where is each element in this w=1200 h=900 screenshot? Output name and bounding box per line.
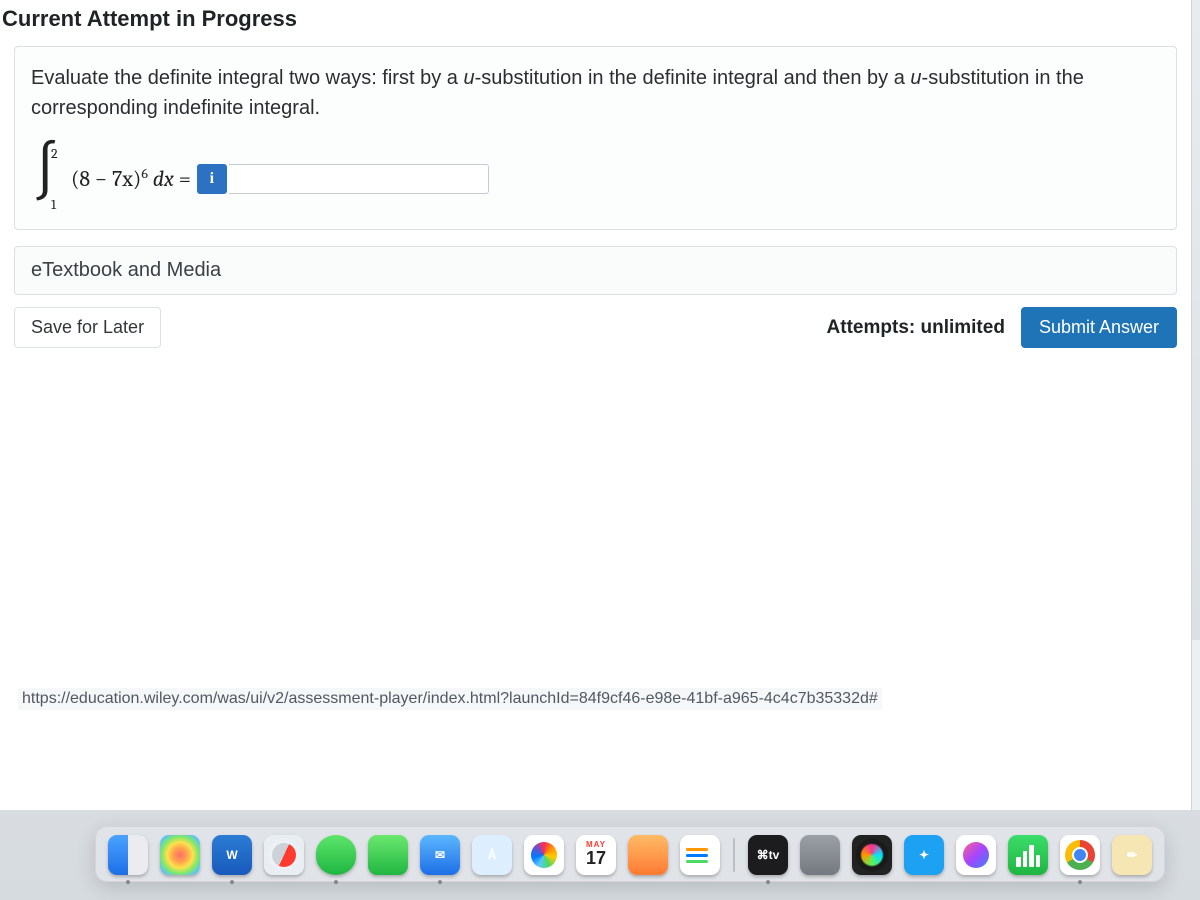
finder-icon[interactable] bbox=[106, 833, 150, 877]
prompt-text-2: -substitution in the definite integral a… bbox=[475, 67, 911, 89]
chrome-icon[interactable] bbox=[1058, 833, 1102, 877]
messenger-icon[interactable] bbox=[954, 833, 998, 877]
save-for-later-button[interactable]: Save for Later bbox=[14, 307, 161, 348]
word-icon[interactable]: W bbox=[210, 833, 254, 877]
messages-icon[interactable] bbox=[314, 833, 358, 877]
dock-separator bbox=[730, 833, 738, 877]
launchpad-icon[interactable] bbox=[158, 833, 202, 877]
page-title: Current Attempt in Progress bbox=[0, 0, 1191, 46]
attempts-label: Attempts: unlimited bbox=[827, 317, 1005, 339]
calendar-icon[interactable]: MAY17 bbox=[574, 833, 618, 877]
etextbook-row: eTextbook and Media bbox=[14, 246, 1177, 295]
mail-icon[interactable]: ✉ bbox=[418, 833, 462, 877]
numbers-icon[interactable] bbox=[1006, 833, 1050, 877]
facetime-icon[interactable] bbox=[366, 833, 410, 877]
question-card: Evaluate the definite integral two ways:… bbox=[14, 46, 1177, 230]
macos-dock: W ✉ Å MAY17 ⌘tv ✦ ✏ bbox=[95, 826, 1165, 882]
right-edge bbox=[1192, 640, 1200, 810]
upper-bound: 2 bbox=[51, 145, 58, 162]
answer-input[interactable] bbox=[229, 164, 489, 194]
submit-answer-button[interactable]: Submit Answer bbox=[1021, 307, 1177, 348]
system-icon[interactable] bbox=[798, 833, 842, 877]
apple-tv-icon[interactable]: ⌘tv bbox=[746, 833, 790, 877]
integral-symbol: ∫ 2 1 bbox=[31, 153, 65, 205]
brush-icon[interactable]: ✏ bbox=[1110, 833, 1154, 877]
assessment-page: Current Attempt in Progress Evaluate the… bbox=[0, 0, 1192, 810]
twitter-icon[interactable]: ✦ bbox=[902, 833, 946, 877]
action-bar: Save for Later Attempts: unlimited Submi… bbox=[14, 307, 1177, 348]
photos-icon[interactable] bbox=[522, 833, 566, 877]
hover-url: https://education.wiley.com/was/ui/v2/as… bbox=[18, 688, 882, 710]
reminders-icon[interactable] bbox=[678, 833, 722, 877]
prompt-u2: u bbox=[910, 67, 921, 89]
photobooth-icon[interactable] bbox=[626, 833, 670, 877]
lower-bound: 1 bbox=[51, 196, 56, 213]
info-button[interactable]: i bbox=[197, 164, 227, 194]
safari-icon[interactable] bbox=[262, 833, 306, 877]
prompt-text: Evaluate the definite integral two ways:… bbox=[31, 67, 463, 89]
prompt-u1: u bbox=[463, 67, 474, 89]
character-viewer-icon[interactable]: Å bbox=[470, 833, 514, 877]
question-prompt: Evaluate the definite integral two ways:… bbox=[31, 63, 1160, 123]
siri-icon[interactable] bbox=[850, 833, 894, 877]
etextbook-link[interactable]: eTextbook and Media bbox=[31, 259, 221, 281]
integral-equation: ∫ 2 1 (8 − 7x)6 dx = i bbox=[31, 153, 1160, 205]
integrand: (8 − 7x)6 dx = bbox=[71, 166, 191, 192]
